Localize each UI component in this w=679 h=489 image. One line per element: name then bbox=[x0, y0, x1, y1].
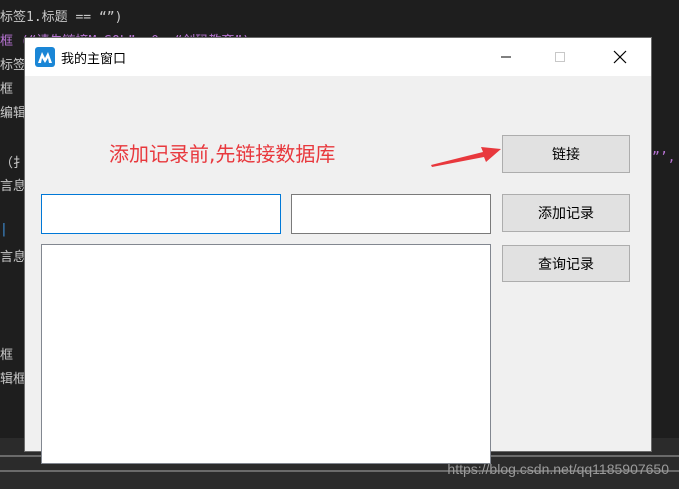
maximize-button[interactable] bbox=[537, 38, 583, 76]
code-line-fragment: ”’, bbox=[652, 150, 676, 165]
annotation-arrow-icon bbox=[431, 147, 501, 167]
code-line: 框 bbox=[0, 82, 14, 97]
close-icon bbox=[613, 50, 627, 64]
code-line: 标签1.标题 == “”) bbox=[0, 10, 123, 25]
title-bar[interactable]: 我的主窗口 bbox=[25, 38, 651, 76]
link-database-button[interactable]: 链接 bbox=[502, 135, 630, 173]
add-record-button[interactable]: 添加记录 bbox=[502, 194, 630, 232]
app-logo-icon bbox=[35, 47, 55, 67]
query-records-button[interactable]: 查询记录 bbox=[502, 245, 630, 282]
code-line: | bbox=[0, 222, 8, 237]
window-client-area: 添加记录前,先链接数据库 链接 添加记录 查询记录 bbox=[25, 76, 651, 464]
minimize-button[interactable] bbox=[483, 38, 529, 76]
code-line: 言息 bbox=[0, 250, 27, 265]
minimize-icon bbox=[501, 56, 511, 58]
add-record-button-label: 添加记录 bbox=[538, 206, 594, 222]
code-line: 框 bbox=[0, 348, 14, 363]
records-textarea[interactable] bbox=[41, 244, 491, 464]
code-line: 标签 bbox=[0, 58, 27, 73]
code-line: 编辑 bbox=[0, 106, 27, 121]
window-title: 我的主窗口 bbox=[61, 52, 127, 67]
main-window: 我的主窗口 添加记录前,先链接数据库 链接 添加记录 查询记录 bbox=[25, 38, 651, 464]
maximize-icon bbox=[555, 52, 565, 62]
code-line: 言息 bbox=[0, 179, 27, 194]
query-records-button-label: 查询记录 bbox=[538, 256, 594, 273]
link-database-button-label: 链接 bbox=[552, 147, 580, 163]
code-line: （扌 bbox=[0, 156, 27, 171]
record-field-2[interactable] bbox=[291, 194, 491, 234]
close-button[interactable] bbox=[597, 38, 643, 76]
annotation-text: 添加记录前,先链接数据库 bbox=[109, 142, 336, 166]
record-field-1[interactable] bbox=[41, 194, 281, 234]
